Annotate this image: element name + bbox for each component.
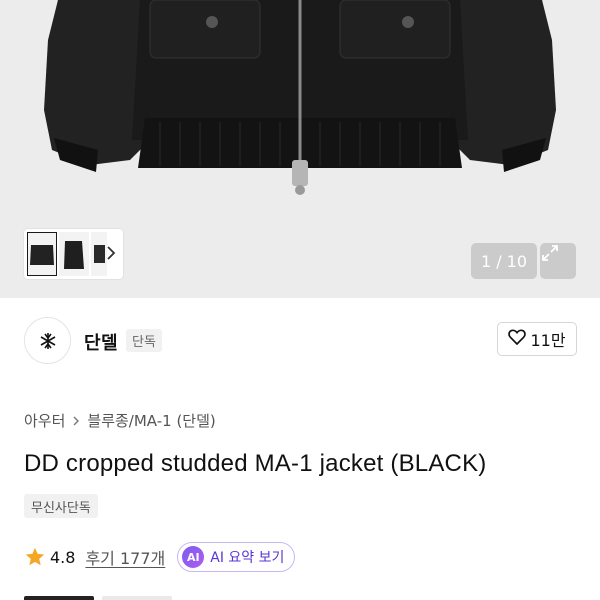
brand-row: 단델 단독 11만 — [0, 298, 600, 386]
brand-name[interactable]: 단델 — [84, 329, 118, 355]
brand-exclusive-badge: 단독 — [126, 329, 162, 352]
breadcrumb-item-outer[interactable]: 아우터 — [24, 410, 65, 431]
bottom-tab-active[interactable] — [24, 596, 94, 600]
ai-summary-label: AI 요약 보기 — [210, 550, 285, 566]
thumbnail-1[interactable] — [27, 232, 57, 276]
like-count: 11만 — [530, 331, 566, 350]
rating-value: 4.8 — [50, 547, 76, 567]
product-image-gallery[interactable]: 1 / 10 — [0, 0, 600, 298]
like-button[interactable]: 11만 — [497, 322, 577, 356]
thumbnail-strip[interactable] — [24, 229, 123, 279]
breadcrumb: 아우터 블루종/MA-1 (단델) — [24, 410, 216, 431]
breadcrumb-item-blouson[interactable]: 블루종/MA-1 (단델) — [87, 410, 215, 431]
bottom-tab[interactable] — [102, 596, 172, 600]
musinsa-exclusive-tag: 무신사단독 — [24, 494, 98, 518]
heart-icon — [508, 329, 527, 349]
brand-logo[interactable] — [24, 317, 71, 364]
ai-badge-icon: AI — [182, 546, 205, 568]
image-counter: 1 / 10 — [471, 243, 537, 279]
thumbnail-2[interactable] — [59, 232, 89, 276]
ai-summary-button[interactable]: AI AI 요약 보기 — [177, 542, 296, 572]
star-icon — [24, 546, 46, 568]
rating-row: 4.8 후기 177개 AI AI 요약 보기 — [24, 542, 296, 572]
product-title: DD cropped studded MA-1 jacket (BLACK) — [24, 450, 487, 477]
chevron-right-icon — [71, 414, 81, 428]
review-count-link[interactable]: 후기 177개 — [85, 545, 165, 569]
expand-icon[interactable] — [540, 243, 576, 279]
chevron-right-icon[interactable] — [103, 243, 119, 263]
